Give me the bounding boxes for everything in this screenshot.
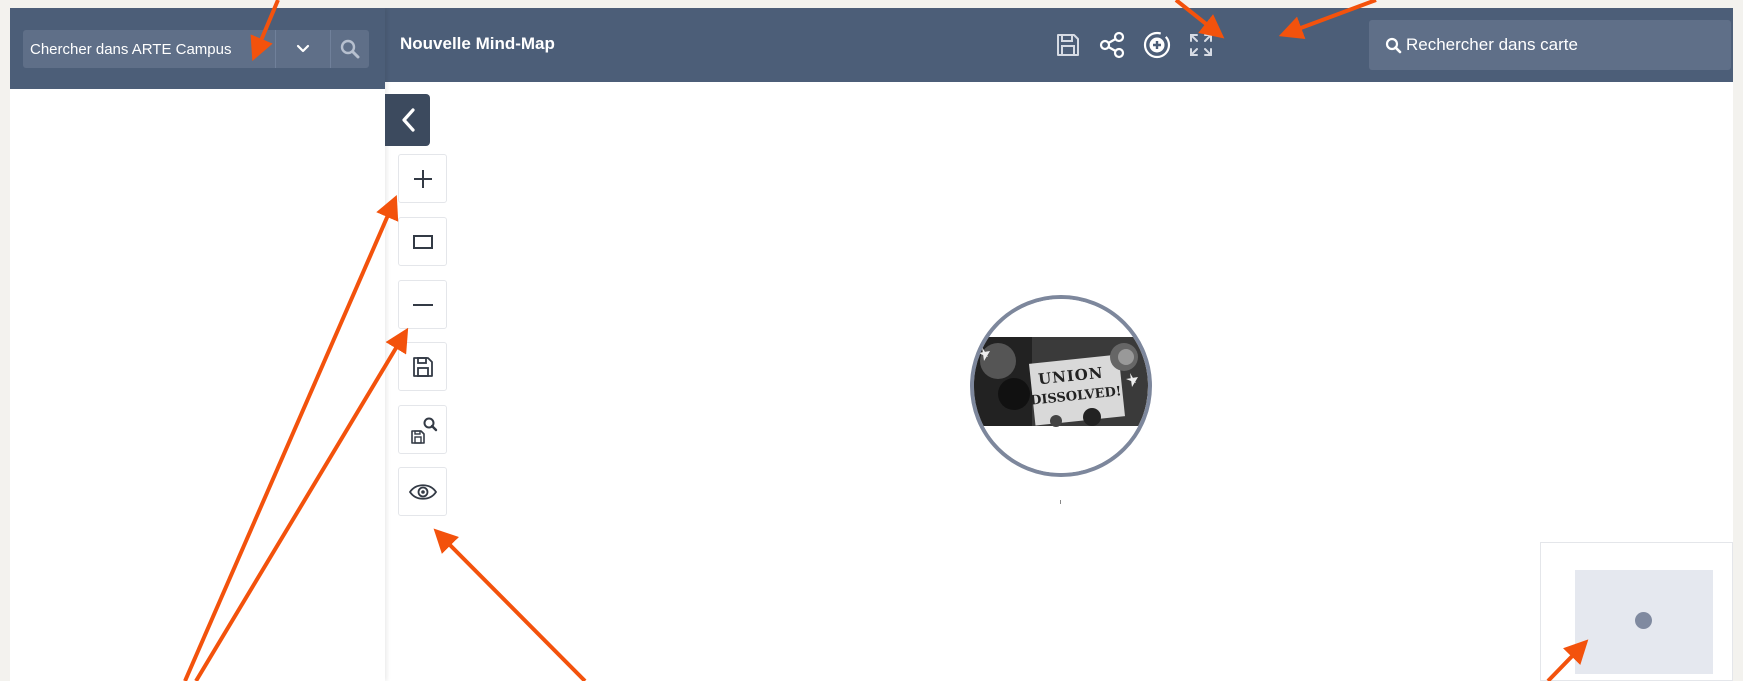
left-sidebar: Chercher dans ARTE Campus [10,8,385,681]
app-window: Chercher dans ARTE Campus Nouvelle Mind-… [10,8,1733,681]
chevron-down-icon[interactable] [275,30,330,68]
search-icon[interactable] [330,30,369,68]
add-circle-icon[interactable] [1140,28,1174,62]
search-icon [1369,37,1402,54]
top-bar: Nouvelle Mind-Map Rechercher dans carte [385,8,1733,82]
preview-eye-icon [408,482,438,502]
save-button[interactable] [398,342,447,391]
save-icon [412,356,434,378]
map-search-input[interactable]: Rechercher dans carte [1402,35,1578,55]
save-search-icon [408,415,438,445]
share-icon[interactable] [1095,28,1129,62]
collapse-sidebar-button[interactable] [385,94,430,146]
fit-screen-icon [412,234,434,250]
node-connector-tick [1060,500,1061,504]
save-search-button[interactable] [398,405,447,454]
map-search-box[interactable]: Rechercher dans carte [1369,20,1731,70]
chevron-left-icon [399,107,417,133]
zoom-out-icon [412,303,434,307]
fullscreen-icon[interactable] [1184,28,1218,62]
save-icon[interactable] [1051,28,1085,62]
zoom-in-button[interactable] [398,154,447,203]
central-node[interactable]: UNION DISSOLVED! [970,295,1152,477]
campus-search-input[interactable]: Chercher dans ARTE Campus [23,41,275,58]
zoom-out-button[interactable] [398,280,447,329]
sidebar-header: Chercher dans ARTE Campus [10,8,385,89]
minimap[interactable] [1540,542,1733,681]
map-title: Nouvelle Mind-Map [400,34,555,53]
zoom-in-icon [412,168,434,190]
campus-search-box[interactable]: Chercher dans ARTE Campus [23,30,369,68]
preview-button[interactable] [398,467,447,516]
fit-screen-button[interactable] [398,217,447,266]
minimap-node-dot [1635,612,1652,629]
